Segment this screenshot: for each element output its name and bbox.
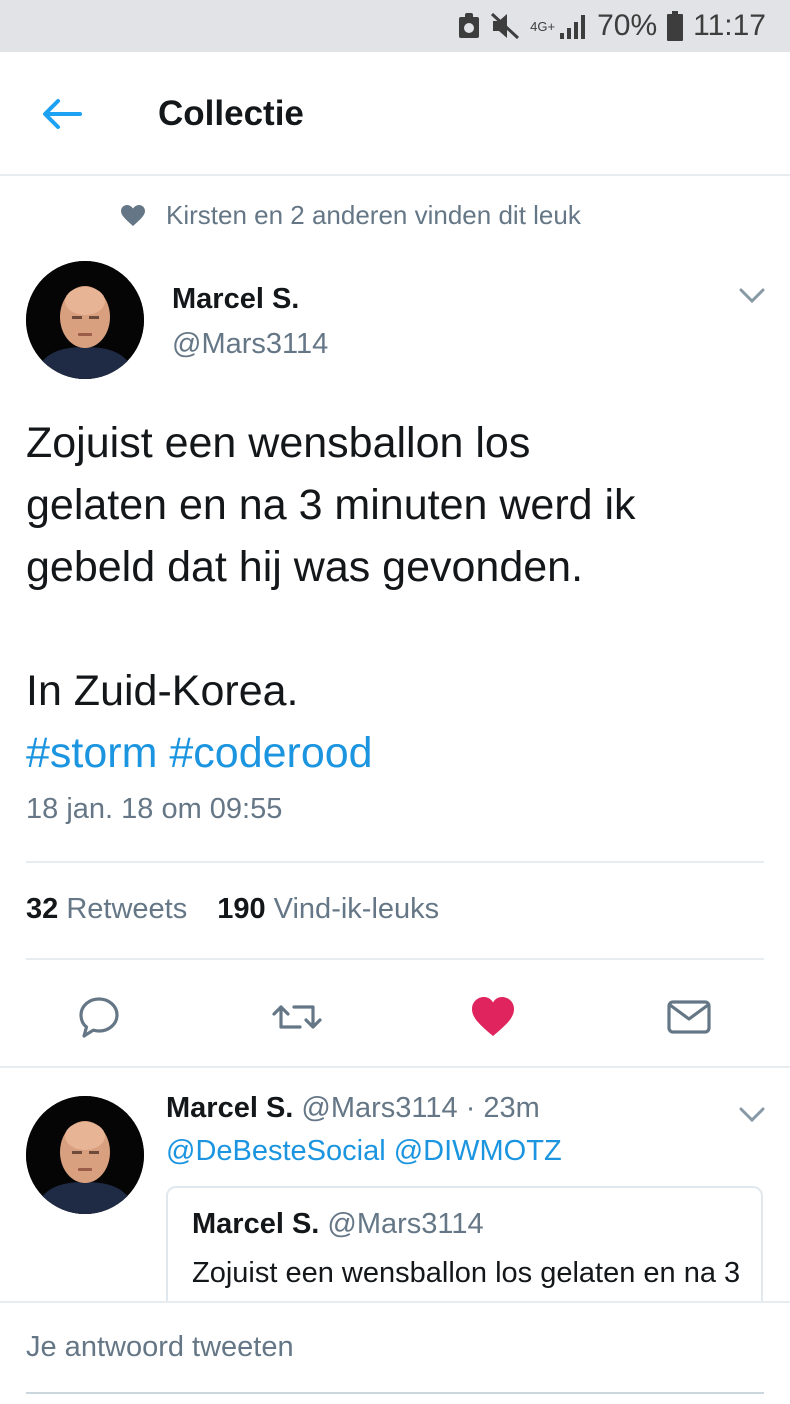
social-context-text: Kirsten en 2 anderen vinden dit leuk <box>166 200 581 230</box>
reply-header[interactable]: Marcel S. @Mars3114 · 23m <box>166 1092 540 1125</box>
tweet-text-line: gebeld dat hij was gevonden. <box>26 543 584 591</box>
retweet-icon[interactable] <box>272 994 322 1040</box>
hashtags: #storm #coderood <box>26 722 766 784</box>
retweets-label: Retweets <box>66 893 188 925</box>
social-context[interactable]: Kirsten en 2 anderen vinden dit leuk <box>120 200 581 231</box>
divider <box>26 958 764 960</box>
retweets-count: 32 <box>26 893 59 925</box>
likes-label: Vind-ik-leuks <box>273 893 440 925</box>
quoted-tweet-header: Marcel S. @Mars3114 <box>192 1208 484 1241</box>
arrow-left-icon[interactable] <box>40 96 84 132</box>
tweet-actions <box>0 986 790 1046</box>
tweet-stats: 32 Retweets 190 Vind-ik-leuks <box>26 893 439 926</box>
tweet-text-line: gelaten en na 3 minuten werd ik <box>26 481 636 529</box>
divider <box>0 1066 790 1068</box>
tweet-timestamp: 18 jan. 18 om 09:55 <box>26 793 283 825</box>
clock: 11:17 <box>693 9 766 42</box>
reply-meta: @Mars3114 · 23m <box>301 1092 540 1124</box>
share-icon[interactable] <box>666 994 712 1040</box>
mention-link[interactable]: @DeBesteSocial <box>166 1135 386 1167</box>
signal-icon <box>559 13 587 39</box>
tweet-text-line: In Zuid-Korea. <box>26 667 299 715</box>
reply-mentions: @DeBesteSocial @DIWMOTZ <box>166 1135 562 1168</box>
status-bar: 4G+ 70% 11:17 <box>0 0 790 52</box>
hashtag-link[interactable]: #coderood <box>169 729 372 777</box>
reply-compose-bar <box>0 1301 790 1404</box>
author-handle[interactable]: @Mars3114 <box>172 328 328 361</box>
quoted-author-handle: @Mars3114 <box>327 1208 484 1240</box>
mention-link[interactable]: @DIWMOTZ <box>394 1135 562 1167</box>
tweet-text-line: Zojuist een wensballon los <box>26 419 531 467</box>
reply-input[interactable] <box>26 1303 764 1394</box>
likes-count: 190 <box>217 893 266 925</box>
chevron-down-icon[interactable] <box>738 1106 766 1124</box>
quoted-author-name: Marcel S. <box>192 1208 320 1240</box>
retweets-stat[interactable]: 32 Retweets <box>26 893 187 926</box>
reply-author-name: Marcel S. <box>166 1092 294 1124</box>
tweet-text: Zojuist een wensballon los gelaten en na… <box>26 412 766 784</box>
reply-avatar[interactable] <box>26 1096 144 1214</box>
avatar[interactable] <box>26 261 144 379</box>
mute-icon <box>490 12 520 40</box>
author-name[interactable]: Marcel S. <box>172 283 299 316</box>
network-type: 4G+ <box>530 18 556 34</box>
divider <box>26 861 764 863</box>
heart-icon <box>120 204 146 228</box>
reply-icon[interactable] <box>76 994 122 1040</box>
chevron-down-icon[interactable] <box>738 287 766 305</box>
like-icon[interactable] <box>470 994 516 1040</box>
notification-icon <box>458 13 480 39</box>
hashtag-link[interactable]: #storm <box>26 729 157 777</box>
battery-icon <box>667 11 684 41</box>
page-title: Collectie <box>158 94 304 133</box>
likes-stat[interactable]: 190 Vind-ik-leuks <box>217 893 439 926</box>
app-header: Collectie <box>0 52 790 176</box>
battery-percentage: 70% <box>597 9 658 42</box>
